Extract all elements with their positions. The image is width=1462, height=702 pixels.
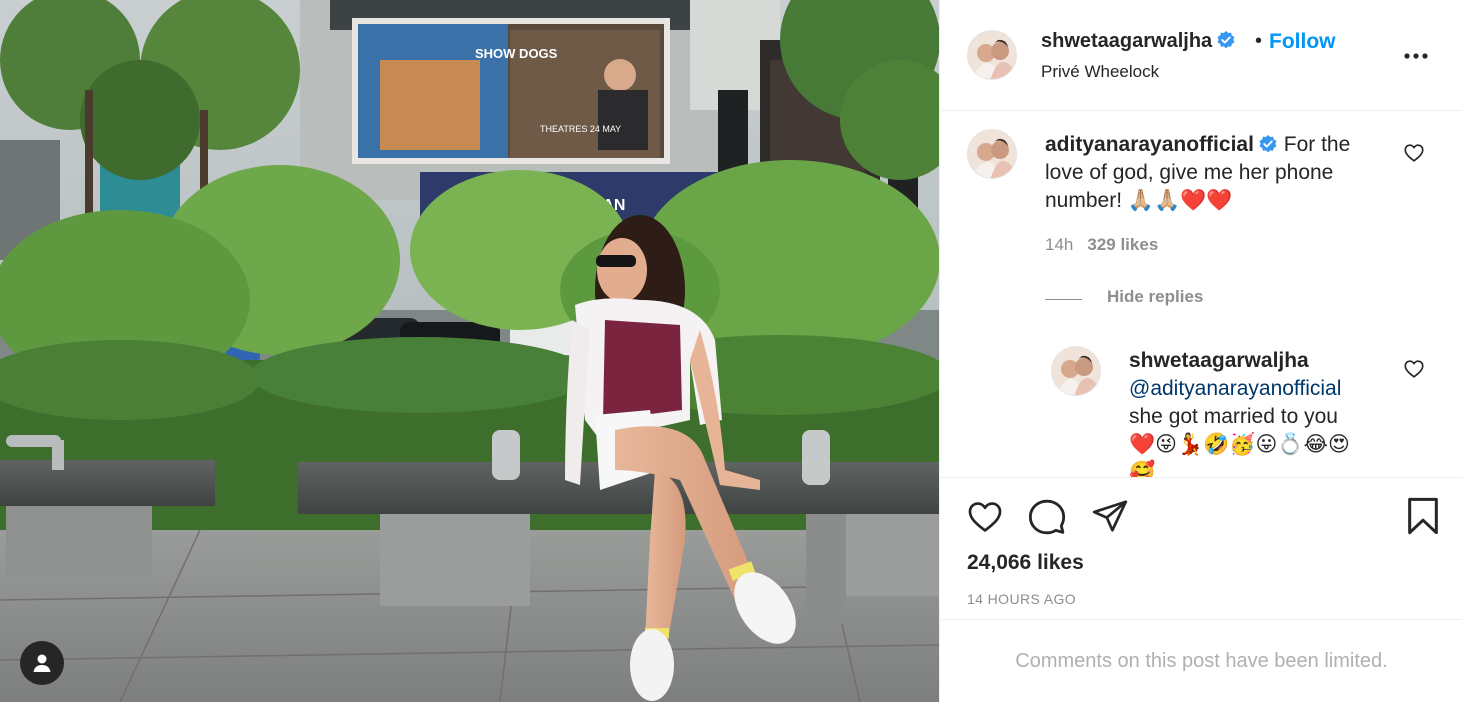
comment-like-heart-icon[interactable] [1403,142,1425,164]
avatar-image [968,130,1016,178]
post-header: shwetaagarwaljha • Follow Privé Wheelock [940,0,1462,111]
reply-text: she got married to you [1129,405,1338,428]
verified-badge-icon [1217,31,1235,49]
heart-icon[interactable] [965,498,1005,536]
post-location[interactable]: Privé Wheelock [1041,62,1159,82]
more-options-button[interactable] [1402,44,1430,68]
comment-meta: 14h 329 likes [1045,235,1158,255]
follow-button[interactable]: Follow [1269,30,1336,54]
photo-scene: SHOW DOGS THEATRES 24 MAY ISETAN [0,0,939,702]
reply-emojis: ❤️😜💃🤣🥳😛💍😂😍🥰 [1129,433,1350,477]
avatar-image [968,31,1016,79]
post-side-panel: shwetaagarwaljha • Follow Privé Wheelock [939,0,1462,702]
author-avatar[interactable] [967,30,1017,80]
commenter-avatar[interactable] [967,129,1017,179]
share-icon[interactable] [1091,497,1129,535]
avatar-image [1052,347,1100,395]
reply-body: shwetaagarwaljha @adityanarayanofficial … [1129,347,1369,477]
header-separator: • [1255,30,1263,52]
comments-list[interactable]: adityanarayanofficial For the love of go… [940,111,1462,477]
replies-divider [1045,299,1082,300]
post-photo[interactable]: SHOW DOGS THEATRES 24 MAY ISETAN [0,0,939,702]
reply-avatar[interactable] [1051,346,1101,396]
comment-likes[interactable]: 329 likes [1087,235,1158,254]
instagram-post: SHOW DOGS THEATRES 24 MAY ISETAN [0,0,1462,702]
commenter-username[interactable]: adityanarayanofficial [1045,133,1254,156]
user-tag-button[interactable] [20,641,64,685]
reply-username[interactable]: shwetaagarwaljha [1129,347,1369,375]
verified-badge-icon [1259,135,1277,153]
comment-icon[interactable] [1027,497,1067,537]
comments-limited-notice: Comments on this post have been limited. [940,619,1462,702]
user-tag-icon [33,654,51,672]
comment-body: adityanarayanofficial For the love of go… [1045,131,1365,215]
reply-mention[interactable]: @adityanarayanofficial [1129,375,1369,403]
post-likes-count[interactable]: 24,066 likes [967,551,1084,575]
author-username: shwetaagarwaljha [1041,30,1213,52]
reply-like-heart-icon[interactable] [1403,358,1425,380]
post-actions: 24,066 likes 14 HOURS AGO [940,477,1462,619]
author-username-link[interactable]: shwetaagarwaljha [1041,30,1236,53]
comment-time: 14h [1045,235,1074,254]
hide-replies-button[interactable]: Hide replies [1107,287,1203,307]
billboard-date: THEATRES 24 MAY [540,124,621,134]
bookmark-icon[interactable] [1406,496,1440,536]
more-options-icon [1404,53,1428,59]
post-timestamp[interactable]: 14 HOURS AGO [967,591,1076,607]
billboard-title: SHOW DOGS [475,46,558,61]
